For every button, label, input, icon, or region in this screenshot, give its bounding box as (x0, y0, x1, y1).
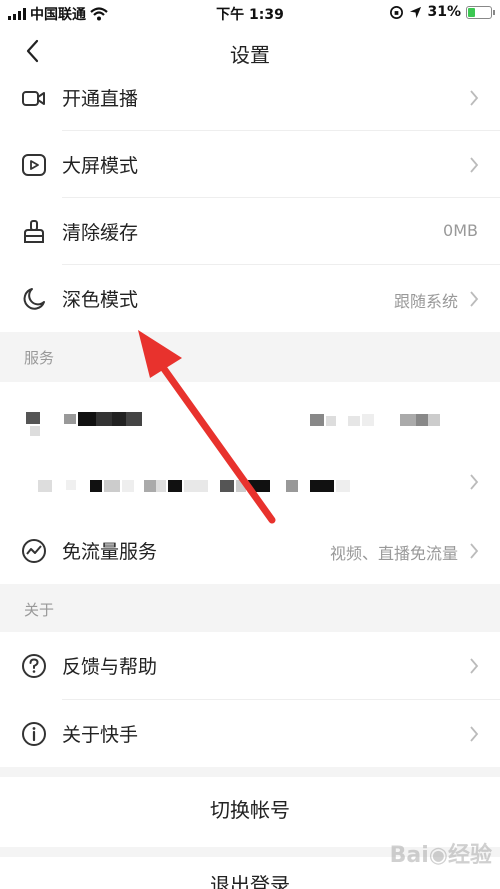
annotation-arrow (138, 330, 276, 524)
annotation-arrow-head (138, 330, 182, 378)
watermark-logo: Bai◉经验 (389, 843, 492, 868)
annotation-arrow-shaft (148, 348, 276, 524)
